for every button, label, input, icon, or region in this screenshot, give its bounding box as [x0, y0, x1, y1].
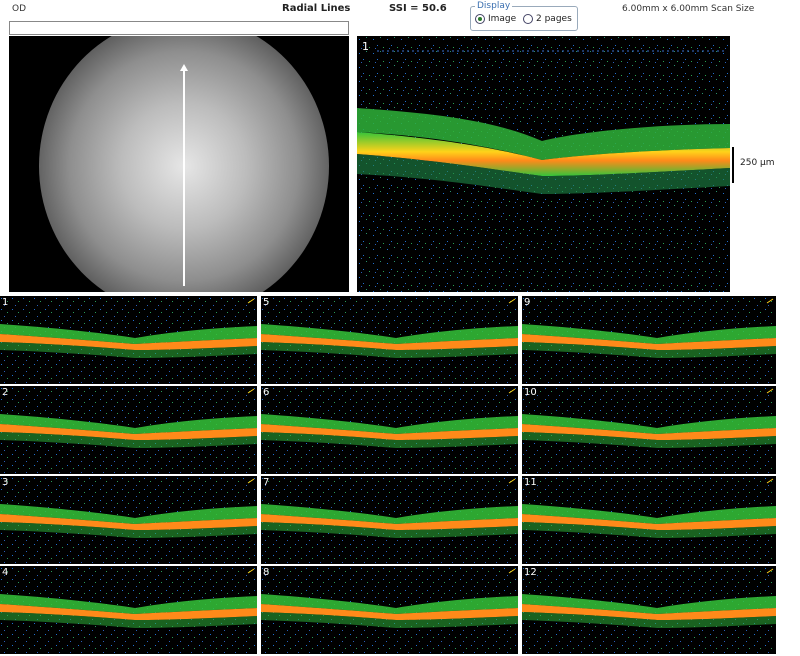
eye-label: OD: [12, 4, 27, 14]
thumbnail-number: 4: [2, 567, 9, 578]
thumbnail-number: 2: [2, 387, 9, 398]
thumbnail-bscan-image: [0, 566, 257, 654]
thumbnail-number: 5: [263, 297, 270, 308]
scan-thumbnail[interactable]: 4: [0, 566, 257, 654]
main-bscan-image: [357, 36, 730, 292]
thumbnail-bscan-image: [522, 566, 776, 654]
thumbnail-bscan-image: [261, 566, 518, 654]
signal-strength-label: SSI = 50.6: [389, 3, 447, 14]
scan-thumbnail[interactable]: 1: [0, 296, 257, 384]
radio-icon-selected[interactable]: [475, 14, 485, 24]
thumbnail-bscan-image: [0, 476, 257, 564]
thumbnail-number: 3: [2, 477, 9, 488]
thumbnail-number: 9: [524, 297, 531, 308]
display-legend: Display: [475, 1, 513, 11]
scan-thumbnail[interactable]: 2: [0, 386, 257, 474]
scan-thumbnail[interactable]: 6: [261, 386, 518, 474]
scan-direction-arrow-icon[interactable]: [180, 64, 188, 286]
thumbnail-number: 10: [524, 387, 537, 398]
display-option-group: Display Image 2 pages: [470, 1, 578, 31]
scan-thumbnail[interactable]: 3: [0, 476, 257, 564]
thumbnail-number: 11: [524, 477, 537, 488]
display-option-label: 2 pages: [536, 14, 572, 24]
scan-thumbnail[interactable]: 8: [261, 566, 518, 654]
display-option-2-pages[interactable]: 2 pages: [523, 14, 572, 24]
thumbnail-bscan-image: [0, 386, 257, 474]
scan-thumbnail[interactable]: 11: [522, 476, 776, 564]
grid-divider: [518, 296, 520, 656]
main-bscan[interactable]: 1: [357, 36, 730, 292]
thumbnail-number: 7: [263, 477, 270, 488]
scan-thumbnail[interactable]: 7: [261, 476, 518, 564]
thumbnail-number: 8: [263, 567, 270, 578]
grid-divider: [257, 296, 259, 656]
scan-type-label: Radial Lines: [282, 3, 351, 14]
display-option-image[interactable]: Image: [475, 14, 516, 24]
fundus-image: [9, 36, 349, 292]
scan-size-label: 6.00mm x 6.00mm Scan Size: [622, 4, 755, 14]
scale-bar: [732, 147, 734, 183]
thumbnail-bscan-image: [261, 476, 518, 564]
scale-label: 250 µm: [740, 158, 775, 168]
scan-thumbnail[interactable]: 12: [522, 566, 776, 654]
scan-thumbnail[interactable]: 5: [261, 296, 518, 384]
scan-thumbnail[interactable]: 9: [522, 296, 776, 384]
thumbnail-bscan-image: [0, 296, 257, 384]
thumbnail-bscan-image: [261, 296, 518, 384]
scan-number: 1: [362, 40, 369, 53]
thumbnail-number: 12: [524, 567, 537, 578]
thumbnail-bscan-image: [261, 386, 518, 474]
display-option-label: Image: [488, 14, 517, 24]
scan-thumbnail[interactable]: 10: [522, 386, 776, 474]
thumbnail-bscan-image: [522, 476, 776, 564]
thumbnail-number: 1: [2, 297, 9, 308]
radio-icon[interactable]: [523, 14, 533, 24]
thumbnail-bscan-image: [522, 386, 776, 474]
fundus-caption-box: [9, 21, 349, 35]
thumbnail-bscan-image: [522, 296, 776, 384]
thumbnail-number: 6: [263, 387, 270, 398]
